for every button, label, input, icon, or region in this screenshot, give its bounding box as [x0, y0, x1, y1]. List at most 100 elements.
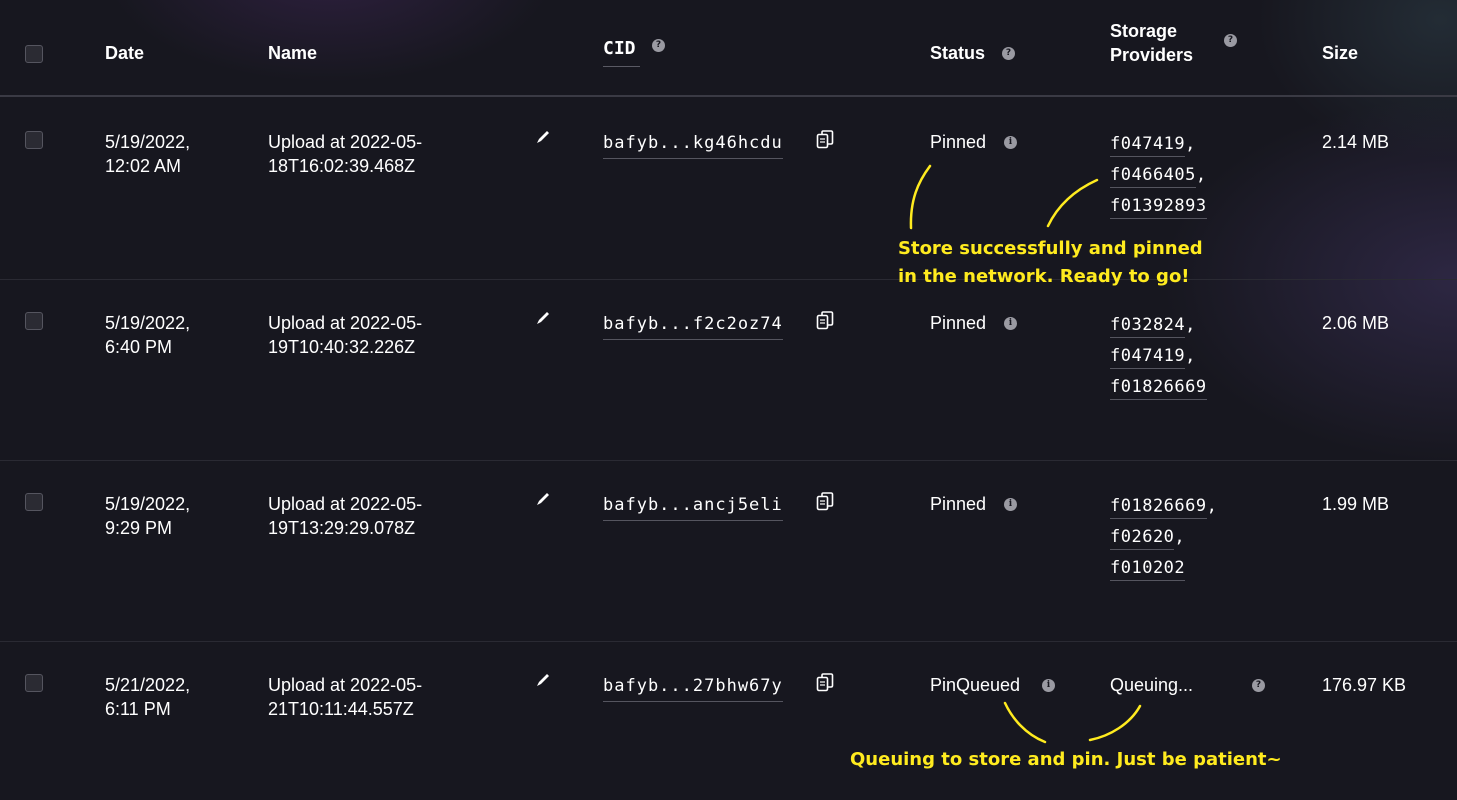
storage-provider-id[interactable]: f01826669 [1110, 496, 1207, 519]
column-header-date[interactable]: Date [105, 43, 144, 64]
provider-separator: , [1185, 134, 1196, 154]
storage-provider-item: f01826669, [1110, 494, 1217, 525]
row-cid[interactable]: bafyb...kg46hcdu [603, 133, 783, 159]
row-size: 2.06 MB [1322, 313, 1390, 333]
row-size: 2.14 MB [1322, 132, 1390, 152]
row-size: 1.99 MB [1322, 494, 1390, 514]
row-name-line2: 19T13:29:29.078Z [268, 518, 416, 538]
row-storage-providers: f032824, f047419, f01826669 [1110, 313, 1207, 406]
select-all-checkbox[interactable] [25, 45, 43, 63]
storage-provider-id[interactable]: f047419 [1110, 346, 1186, 369]
column-header-size[interactable]: Size [1322, 43, 1358, 64]
row-select-checkbox[interactable] [25, 131, 43, 149]
status-help-icon[interactable]: ? [1002, 47, 1015, 60]
row-date: 5/19/2022, 12:02 AM [105, 130, 190, 178]
column-header-status[interactable]: Status [930, 43, 985, 64]
row-date-line2: 12:02 AM [105, 156, 182, 176]
row-name: Upload at 2022-05- 18T16:02:39.468Z [268, 130, 422, 178]
row-date-line1: 5/21/2022, [105, 675, 191, 695]
row-select-checkbox[interactable] [25, 674, 43, 692]
uploads-page: Date Name CID ? Status ? Storage Provide… [0, 0, 1457, 800]
row-status: Pinned [930, 132, 987, 152]
column-header-cid[interactable]: CID [603, 38, 636, 59]
row-cid[interactable]: bafyb...f2c2oz74 [603, 314, 783, 340]
pencil-icon[interactable] [536, 311, 550, 325]
storage-provider-item: f01826669 [1110, 375, 1207, 406]
provider-separator: , [1206, 496, 1218, 516]
storage-provider-id[interactable]: f0466405 [1110, 165, 1196, 188]
pencil-icon[interactable] [536, 673, 550, 687]
row-cid[interactable]: bafyb...27bhw67y [603, 676, 783, 702]
row-name-line1: Upload at 2022-05- [268, 313, 423, 333]
pinned-annotation-line2: in the network. Ready to go! [898, 266, 1190, 287]
pencil-icon[interactable] [536, 130, 550, 144]
storage-provider-item: f010202 [1110, 556, 1217, 587]
storage-providers-help-icon[interactable]: ? [1224, 34, 1237, 47]
row-name-line1: Upload at 2022-05- [268, 494, 423, 514]
copy-icon[interactable] [816, 492, 834, 512]
row-date-line1: 5/19/2022, [105, 313, 191, 333]
row-cid[interactable]: bafyb...ancj5eli [603, 495, 783, 521]
storage-provider-item: f032824, [1110, 313, 1207, 344]
row-name-line2: 21T10:11:44.557Z [268, 699, 414, 719]
cid-help-icon[interactable]: ? [652, 39, 665, 52]
provider-separator: , [1174, 527, 1186, 547]
table-row: 5/21/2022, 6:11 PM Upload at 2022-05- 21T10… [0, 642, 1457, 800]
copy-icon[interactable] [816, 311, 834, 331]
row-name-line1: Upload at 2022-05- [268, 132, 423, 152]
row-select-checkbox[interactable] [25, 312, 43, 330]
row-storage-providers: f01826669, f02620, f010202 [1110, 494, 1217, 587]
storage-provider-id[interactable]: f032824 [1110, 315, 1186, 338]
row-date-line2: 6:11 PM [105, 699, 171, 719]
status-info-icon[interactable]: i [1042, 679, 1055, 692]
row-storage-providers-status: Queuing... [1110, 675, 1194, 695]
storage-providers-header-line1: Storage [1110, 21, 1178, 41]
table-row: 5/19/2022, 12:02 AM Upload at 2022-05- 18T1… [0, 99, 1457, 280]
row-status: PinQueued [930, 675, 1021, 695]
storage-provider-id[interactable]: f010202 [1110, 558, 1186, 581]
row-select-checkbox[interactable] [25, 493, 43, 511]
pinned-annotation-line1: Store successfully and pinned [898, 238, 1203, 259]
row-status: Pinned [930, 494, 987, 514]
row-name: Upload at 2022-05- 19T13:29:29.078Z [268, 492, 422, 540]
provider-separator: , [1185, 346, 1196, 366]
table-row: 5/19/2022, 6:40 PM Upload at 2022-05- 19T10… [0, 280, 1457, 461]
storage-provider-item: f047419, [1110, 132, 1207, 163]
row-date: 5/19/2022, 9:29 PM [105, 492, 190, 540]
storage-provider-item: f047419, [1110, 344, 1207, 375]
copy-icon[interactable] [816, 673, 834, 693]
pencil-icon[interactable] [536, 492, 550, 506]
pinned-annotation: Store successfully and pinned in the net… [898, 235, 1203, 291]
storage-provider-id[interactable]: f01826669 [1110, 377, 1207, 400]
storage-provider-item: f02620, [1110, 525, 1217, 556]
row-name-line1: Upload at 2022-05- [268, 675, 423, 695]
queued-annotation: Queuing to store and pin. Just be patien… [850, 749, 1282, 770]
table-row: 5/19/2022, 9:29 PM Upload at 2022-05- 19T13… [0, 461, 1457, 642]
row-name-line2: 18T16:02:39.468Z [268, 156, 416, 176]
copy-icon[interactable] [816, 130, 834, 150]
cid-header-underline [603, 66, 640, 67]
row-date: 5/19/2022, 6:40 PM [105, 311, 190, 359]
storage-provider-id[interactable]: f01392893 [1110, 196, 1207, 219]
table-header: Date Name CID ? Status ? Storage Provide… [0, 0, 1457, 97]
row-date-line2: 6:40 PM [105, 337, 173, 357]
storage-provider-id[interactable]: f047419 [1110, 134, 1186, 157]
status-info-icon[interactable]: i [1004, 498, 1017, 511]
status-info-icon[interactable]: i [1004, 136, 1017, 149]
row-name-line2: 19T10:40:32.226Z [268, 337, 416, 357]
provider-separator: , [1185, 315, 1196, 335]
provider-separator: , [1195, 165, 1207, 185]
storage-provider-item: f0466405, [1110, 163, 1207, 194]
row-date: 5/21/2022, 6:11 PM [105, 673, 190, 721]
status-info-icon[interactable]: i [1004, 317, 1017, 330]
row-date-line2: 9:29 PM [105, 518, 173, 538]
row-size: 176.97 KB [1322, 675, 1407, 695]
column-header-storage-providers[interactable]: Storage Providers [1110, 19, 1193, 67]
storage-provider-id[interactable]: f02620 [1110, 527, 1175, 550]
column-header-name[interactable]: Name [268, 43, 317, 64]
row-date-line1: 5/19/2022, [105, 494, 191, 514]
storage-providers-help-icon[interactable]: ? [1252, 679, 1265, 692]
row-name: Upload at 2022-05- 21T10:11:44.557Z [268, 673, 422, 721]
row-storage-providers: f047419, f0466405, f01392893 [1110, 132, 1207, 225]
row-name: Upload at 2022-05- 19T10:40:32.226Z [268, 311, 422, 359]
